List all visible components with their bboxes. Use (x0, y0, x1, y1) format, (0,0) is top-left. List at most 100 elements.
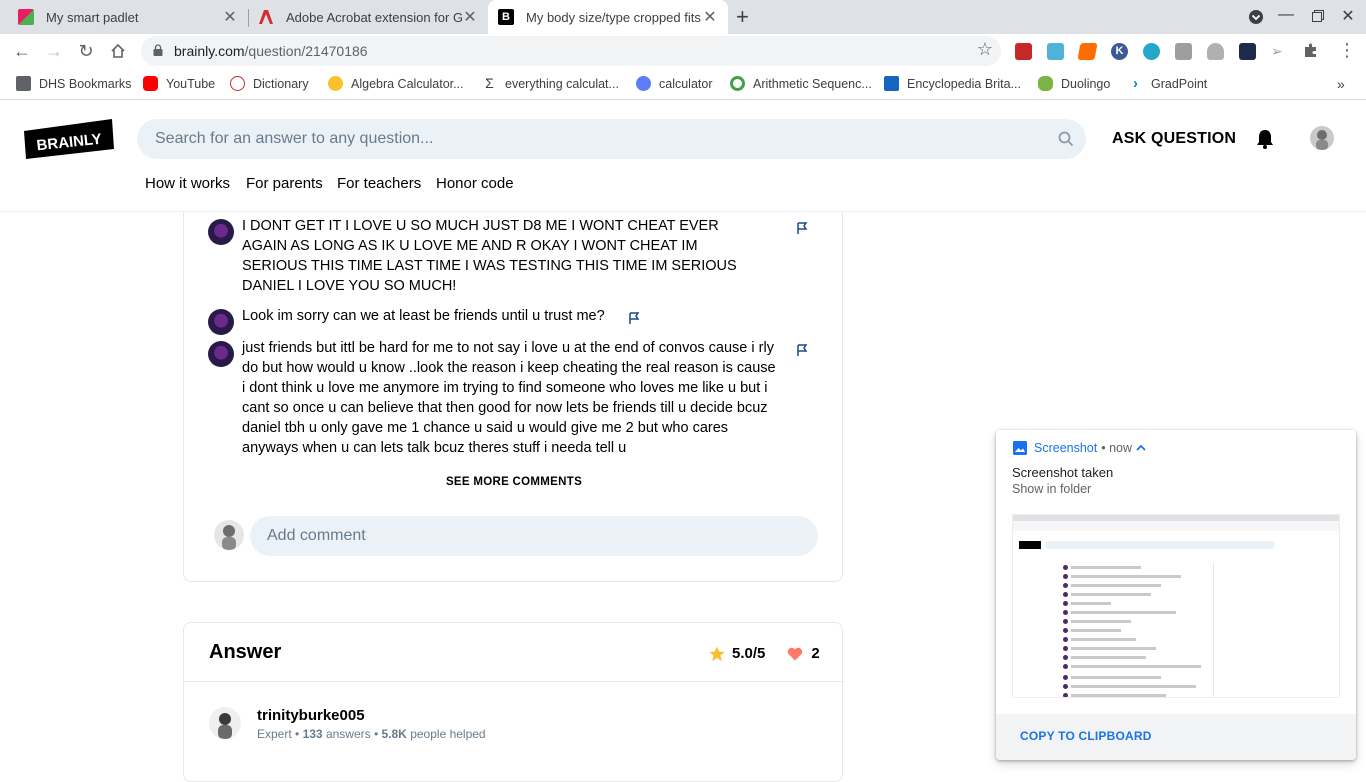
answers-label: answers (325, 727, 371, 741)
brainly-logo[interactable]: BRAINLY (24, 119, 114, 159)
browser-menu-icon[interactable]: ⋮ (1338, 40, 1356, 61)
bookmark-algebra-calculator[interactable]: Algebra Calculator... (328, 76, 464, 91)
search-icon[interactable] (1058, 131, 1074, 147)
tab-title: Adobe Acrobat extension for Go (286, 9, 462, 25)
comment-item: just friends but ittl be hard for me to … (208, 338, 778, 458)
answerer-avatar[interactable] (209, 707, 241, 739)
bookmarks-bar: DHS Bookmarks YouTube Dictionary Algebra… (0, 68, 1366, 100)
extension-house-icon[interactable] (1207, 43, 1224, 60)
question-comments-card: I DONT GET IT I LOVE U SO MUCH JUST D8 M… (183, 212, 843, 582)
tab-title: My smart padlet (46, 9, 139, 25)
browser-tab-strip: My smart padlet ✕ Adobe Acrobat extensio… (0, 0, 1366, 34)
extension-gray-icon[interactable] (1175, 43, 1192, 60)
bookmark-dhs[interactable]: DHS Bookmarks (16, 76, 131, 91)
forward-arrow-icon[interactable]: → (42, 40, 66, 62)
image-icon (1013, 441, 1027, 455)
comment-text: Look im sorry can we at least be friends… (242, 308, 605, 324)
tab-brainly-question[interactable]: B My body size/type cropped fits T ✕ (488, 0, 728, 34)
close-tab-icon[interactable]: ✕ (462, 7, 478, 27)
gradpoint-icon: › (1133, 75, 1138, 92)
url-path: /question/21470186 (244, 43, 368, 59)
folder-icon (16, 76, 31, 91)
user-avatar[interactable] (1310, 126, 1334, 150)
nav-how-it-works[interactable]: How it works (145, 175, 230, 192)
extension-orange-icon[interactable] (1077, 43, 1098, 60)
bell-icon[interactable] (1256, 129, 1274, 149)
bookmark-calculator[interactable]: calculator (636, 76, 713, 91)
url-host: brainly.com (174, 43, 245, 59)
ask-question-button[interactable]: ASK QUESTION (1112, 130, 1236, 148)
see-more-comments-button[interactable]: SEE MORE COMMENTS (184, 476, 844, 488)
bookmark-everything-calculator[interactable]: Σ everything calculat... (482, 76, 619, 91)
merriam-webster-icon (230, 76, 245, 91)
commenter-avatar[interactable] (208, 341, 234, 367)
home-icon[interactable] (106, 40, 130, 62)
thanks-count: 2 (811, 645, 820, 662)
extension-arrow-icon[interactable]: ➢ (1271, 43, 1288, 60)
nav-for-teachers[interactable]: For teachers (337, 175, 421, 192)
sigma-icon: Σ (485, 75, 494, 91)
chevron-up-icon[interactable] (1136, 444, 1146, 452)
algebra-calculator-icon (328, 76, 343, 91)
bookmark-youtube[interactable]: YouTube (143, 76, 215, 91)
search-input[interactable] (155, 119, 1035, 159)
comment-text: just friends but ittl be hard for me to … (242, 340, 776, 456)
show-in-folder-link[interactable]: Show in folder (1012, 482, 1091, 496)
screenshot-thumbnail[interactable] (1012, 514, 1340, 698)
answerer-rank: Expert (257, 727, 292, 741)
answerer-username[interactable]: trinityburke005 (257, 707, 365, 724)
extension-person-icon[interactable] (1047, 43, 1064, 60)
bookmark-label: Dictionary (253, 76, 309, 91)
bookmark-label: everything calculat... (505, 76, 619, 91)
extension-dark-icon[interactable] (1239, 43, 1256, 60)
bookmark-label: Encyclopedia Brita... (907, 76, 1021, 91)
bookmark-encyclopedia[interactable]: Encyclopedia Brita... (884, 76, 1021, 91)
extension-k-icon[interactable]: K (1111, 43, 1128, 60)
more-bookmarks-chevron-icon[interactable]: » (1337, 76, 1345, 92)
commenter-avatar[interactable] (208, 309, 234, 335)
minimize-window-icon[interactable]: — (1274, 6, 1298, 24)
divider (184, 681, 844, 682)
copy-to-clipboard-button[interactable]: COPY TO CLIPBOARD (1020, 729, 1152, 743)
tab-adobe-acrobat[interactable]: Adobe Acrobat extension for Go ✕ (248, 0, 488, 34)
screenshot-notification[interactable]: Screenshot • now Screenshot taken Show i… (996, 430, 1356, 760)
browser-toolbar: ← → ↻ brainly.com/question/21470186 ☆ K … (0, 34, 1366, 68)
notification-header: Screenshot • now (1013, 441, 1146, 455)
address-bar[interactable]: brainly.com/question/21470186 ☆ (141, 36, 1001, 66)
add-comment-input[interactable] (267, 516, 797, 556)
bookmark-star-icon[interactable]: ☆ (977, 39, 993, 60)
add-comment-field (250, 516, 818, 556)
nav-honor-code[interactable]: Honor code (436, 175, 514, 192)
answer-heading: Answer (209, 641, 282, 663)
tab-search-icon[interactable] (1244, 6, 1268, 30)
close-tab-icon[interactable]: ✕ (222, 7, 238, 27)
flag-icon[interactable] (796, 344, 808, 356)
flag-icon[interactable] (796, 222, 808, 234)
lock-icon (153, 44, 163, 56)
bookmark-label: calculator (659, 76, 713, 91)
new-tab-plus-icon[interactable]: + (736, 4, 749, 30)
helped-label: people helped (410, 727, 486, 741)
commenter-avatar[interactable] (208, 219, 234, 245)
nav-for-parents[interactable]: For parents (246, 175, 323, 192)
bookmark-gradpoint[interactable]: › GradPoint (1128, 76, 1207, 91)
notification-title: Screenshot taken (1012, 465, 1114, 480)
reload-icon[interactable]: ↻ (74, 40, 98, 62)
bookmark-duolingo[interactable]: Duolingo (1038, 76, 1110, 91)
duolingo-icon (1038, 76, 1053, 91)
comment-item: Look im sorry can we at least be friends… (208, 306, 628, 335)
bookmark-label: YouTube (166, 76, 216, 91)
close-tab-icon[interactable]: ✕ (702, 7, 718, 27)
tab-my-smart-padlet[interactable]: My smart padlet ✕ (8, 0, 248, 34)
flag-icon[interactable] (628, 312, 640, 324)
back-arrow-icon[interactable]: ← (10, 40, 34, 62)
bookmark-dictionary[interactable]: Dictionary (230, 76, 309, 91)
bookmark-arithmetic-sequence[interactable]: Arithmetic Sequenc... (730, 76, 872, 91)
extension-cyan-icon[interactable] (1143, 43, 1160, 60)
heart-icon[interactable] (787, 647, 803, 661)
acrobat-extension-icon[interactable] (1015, 43, 1032, 60)
maximize-window-icon[interactable] (1306, 6, 1330, 27)
extensions-puzzle-icon[interactable] (1303, 40, 1319, 63)
tab-title: My body size/type cropped fits T (526, 9, 702, 25)
close-window-icon[interactable]: ✕ (1336, 6, 1360, 26)
